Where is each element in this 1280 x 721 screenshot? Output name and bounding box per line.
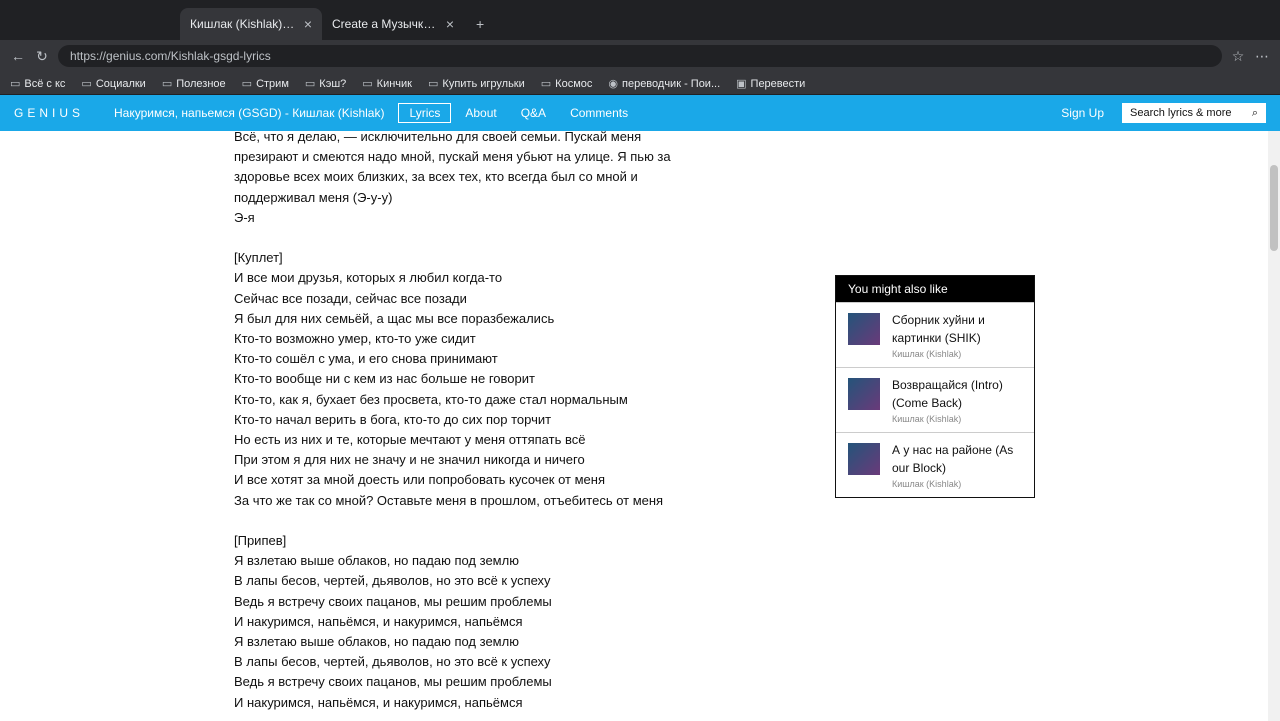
recommendation-artist: Кишлак (Kishlak) xyxy=(892,349,962,359)
album-thumbnail xyxy=(848,443,880,475)
tab-title: Create a Музычка Tier List - TierMaker xyxy=(332,17,438,31)
recommendation-text: Сборник хуйни и картинки (SHIK) Кишлак (… xyxy=(892,311,1022,359)
bookmark-item[interactable]: ▣ Перевести xyxy=(736,77,805,90)
folder-icon: ▭ xyxy=(362,77,373,90)
lyric-line: Ведь я встречу своих пацанов, мы решим п… xyxy=(234,674,552,690)
tab-qa[interactable]: Q&A xyxy=(511,104,556,122)
genius-logo[interactable]: GENIUS xyxy=(14,106,84,120)
sign-up-link[interactable]: Sign Up xyxy=(1061,106,1104,120)
recommendation-text: А у нас на районе (As our Block) Кишлак … xyxy=(892,441,1022,489)
lyric-line: И все хотят за мной доесть или попробова… xyxy=(234,472,606,488)
lyric-line: Сейчас все позади, сейчас все позади xyxy=(234,290,467,306)
lyric-line: Ведь я встречу своих пацанов, мы решим п… xyxy=(234,593,552,609)
page-scrollbar[interactable] xyxy=(1268,131,1280,721)
lyric-line: Но есть из них и те, которые мечтают у м… xyxy=(234,432,586,448)
close-icon[interactable]: × xyxy=(304,16,312,32)
lyric-line: И все мои друзья, которых я любил когда-… xyxy=(234,270,503,286)
lyric-line: За что же так со мной? Оставьте меня в п… xyxy=(234,492,664,508)
reload-icon[interactable]: ↻ xyxy=(34,48,50,65)
bookmark-item[interactable]: ▭ Кэш? xyxy=(305,77,346,90)
recommendation-title: Сборник хуйни и картинки (SHIK) xyxy=(892,313,985,345)
lyric-line: В лапы бесов, чертей, дьяволов, но это в… xyxy=(234,573,551,589)
sidebar-title: You might also like xyxy=(836,276,1034,302)
close-icon[interactable]: × xyxy=(446,16,454,32)
recommendation-artist: Кишлак (Kishlak) xyxy=(892,414,962,424)
lyrics-body: Всё, что я делаю, — исключительно для св… xyxy=(234,131,704,713)
lyric-line: И накуримся, напьёмся, и накуримся, напь… xyxy=(234,694,523,710)
folder-icon: ▭ xyxy=(304,77,316,90)
lyric-line: В лапы бесов, чертей, дьяволов, но это в… xyxy=(234,654,551,670)
lyric-line: При этом я для них не значу и не значил … xyxy=(234,452,585,468)
bookmark-item[interactable]: ▭ Кинчик xyxy=(362,77,412,90)
menu-icon[interactable]: ⋯ xyxy=(1254,48,1270,65)
toolbar: ← ↻ https://genius.com/Kishlak-gsgd-lyri… xyxy=(0,40,1280,72)
lyric-line: Я был для них семьёй, а щас мы все пораз… xyxy=(234,310,555,326)
search-input[interactable]: Search lyrics & more ⌕ xyxy=(1122,103,1266,123)
bookmark-star-icon[interactable]: ☆ xyxy=(1230,48,1246,65)
bookmark-item[interactable]: ▭ Купить игрульки xyxy=(428,77,525,90)
page-content: Всё, что я делаю, — исключительно для св… xyxy=(0,131,1280,721)
tab-comments[interactable]: Comments xyxy=(560,104,638,122)
folder-icon: ▭ xyxy=(428,77,439,90)
recommendation-title: А у нас на районе (As our Block) xyxy=(892,443,1014,475)
recommendation-item[interactable]: Возвращайся (Intro) (Come Back) Кишлак (… xyxy=(836,367,1034,432)
lyric-line xyxy=(234,228,704,248)
recommendation-item[interactable]: Сборник хуйни и картинки (SHIK) Кишлак (… xyxy=(836,302,1034,367)
recommendation-artist: Кишлак (Kishlak) xyxy=(892,479,962,489)
plus-icon[interactable]: + xyxy=(464,16,496,40)
bookmark-item[interactable]: ▭ Всё с кс xyxy=(10,77,65,90)
lyric-line: Я взлетаю выше облаков, но падаю под зем… xyxy=(234,553,519,569)
recommendation-item[interactable]: А у нас на районе (As our Block) Кишлак … xyxy=(836,432,1034,497)
folder-icon: ▭ xyxy=(81,77,92,90)
bookmark-item[interactable]: ▭ Космос xyxy=(541,77,593,90)
album-thumbnail xyxy=(848,313,880,345)
lyric-line: Всё, что я делаю, — исключительно для св… xyxy=(234,131,642,144)
search-placeholder: Search lyrics & more xyxy=(1130,107,1232,119)
section-header: [Припев] xyxy=(234,533,287,549)
folder-icon: ▭ xyxy=(241,77,253,90)
folder-icon: ▭ xyxy=(161,77,173,90)
lyric-line: Я взлетаю выше облаков, но падаю под зем… xyxy=(234,634,519,650)
folder-icon: ▭ xyxy=(540,77,552,90)
translate-icon: ▣ xyxy=(736,77,747,90)
lyric-line: поддерживал меня (Э-у-у) xyxy=(234,189,393,205)
lyric-line: Э-я xyxy=(234,209,255,225)
bookmark-item[interactable]: ▭ Стрим xyxy=(242,77,289,90)
folder-icon: ▭ xyxy=(10,77,21,90)
lyric-line xyxy=(234,511,704,531)
lyric-line: здоровье всех моих близких, за всех тех,… xyxy=(234,169,638,185)
bookmark-item[interactable]: ▭ Полезное xyxy=(162,77,226,90)
bookmarks-bar: ▭ Всё с кс ▭ Социалки ▭ Полезное ▭ Стрим ▭ Кэ… xyxy=(0,72,1280,95)
scrollbar-thumb[interactable] xyxy=(1270,165,1278,251)
song-title[interactable]: Накуримся, напьемся (GSGD) - Кишлак (Kis… xyxy=(114,106,384,120)
lyric-line: Кто-то возможно умер, кто-то уже сидит xyxy=(234,331,476,347)
genius-header: GENIUS Накуримся, напьемся (GSGD) - Кишл… xyxy=(0,95,1280,131)
tab-genius-lyrics[interactable]: Кишлак (Kishlak) – Накуримся, напьемся (… xyxy=(180,8,322,40)
lyric-line: И накуримся, напьёмся, и накуримся, напь… xyxy=(234,613,523,629)
recommendation-title: Возвращайся (Intro) (Come Back) xyxy=(892,378,1003,410)
tab-strip: Кишлак (Kishlak) – Накуримся, напьемся (… xyxy=(0,0,1280,40)
recommendation-text: Возвращайся (Intro) (Come Back) Кишлак (… xyxy=(892,376,1022,424)
bookmark-item[interactable]: ◉ переводчик - Пои... xyxy=(608,77,720,90)
url-text: https://genius.com/Kishlak-gsgd-lyrics xyxy=(70,49,271,63)
search-icon[interactable]: ⌕ xyxy=(1252,107,1258,120)
back-icon[interactable]: ← xyxy=(10,48,26,64)
address-bar[interactable]: https://genius.com/Kishlak-gsgd-lyrics xyxy=(58,45,1222,67)
lyric-line: Кто-то, как я, бухает без просвета, кто-… xyxy=(234,391,628,407)
lyric-line: презирают и смеются надо мной, пускай ме… xyxy=(234,149,671,165)
lyric-line: Кто-то вообще ни с кем из нас больше не … xyxy=(234,371,535,387)
tab-title: Кишлак (Kishlak) – Накуримся, напьемся (… xyxy=(190,17,296,31)
album-thumbnail xyxy=(848,378,880,410)
tab-about[interactable]: About xyxy=(455,104,506,122)
lyric-line: Кто-то начал верить в бога, кто-то до си… xyxy=(234,411,552,427)
lyric-line: Кто-то сошёл с ума, и его снова принимаю… xyxy=(234,351,498,367)
bookmark-item[interactable]: ▭ Социалки xyxy=(81,77,145,90)
section-header: [Куплет] xyxy=(234,250,283,266)
tab-tiermaker[interactable]: Create a Музычка Tier List - TierMaker × xyxy=(322,8,464,40)
tab-lyrics[interactable]: Lyrics xyxy=(398,103,452,123)
also-like-sidebar: You might also like Сборник хуйни и карт… xyxy=(835,275,1035,498)
globe-icon: ◉ xyxy=(608,77,618,90)
